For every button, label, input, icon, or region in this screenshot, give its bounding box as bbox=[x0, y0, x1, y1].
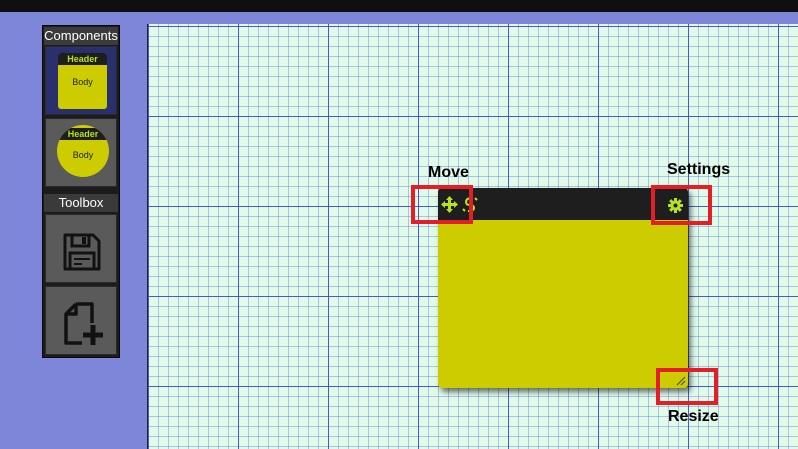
preview-body: Body bbox=[72, 150, 94, 160]
component-rectangle[interactable]: Header Body bbox=[45, 46, 117, 115]
preview-body: Body bbox=[72, 77, 93, 87]
preview-header: Header bbox=[58, 53, 107, 65]
component-circle[interactable]: Header Body bbox=[45, 118, 117, 187]
toolbox-heading: Toolbox bbox=[44, 194, 118, 212]
move-highlight bbox=[411, 185, 473, 224]
circle-preview: Header Body bbox=[57, 125, 109, 177]
palette-panel: Components Header Body Header Body Toolb… bbox=[42, 25, 120, 358]
components-heading: Components bbox=[44, 27, 118, 45]
rectangle-preview: Header Body bbox=[58, 53, 107, 109]
resize-label: Resize bbox=[668, 408, 719, 425]
preview-header: Header bbox=[57, 128, 109, 140]
new-component-button[interactable] bbox=[45, 286, 117, 355]
resize-highlight bbox=[656, 368, 718, 405]
settings-label: Settings bbox=[667, 161, 731, 178]
save-button[interactable] bbox=[45, 214, 117, 283]
new-document-plus-icon bbox=[64, 302, 103, 345]
settings-highlight bbox=[651, 185, 712, 225]
floppy-disk-icon bbox=[63, 233, 101, 271]
top-bar bbox=[0, 0, 798, 12]
move-label: Move bbox=[428, 164, 469, 181]
